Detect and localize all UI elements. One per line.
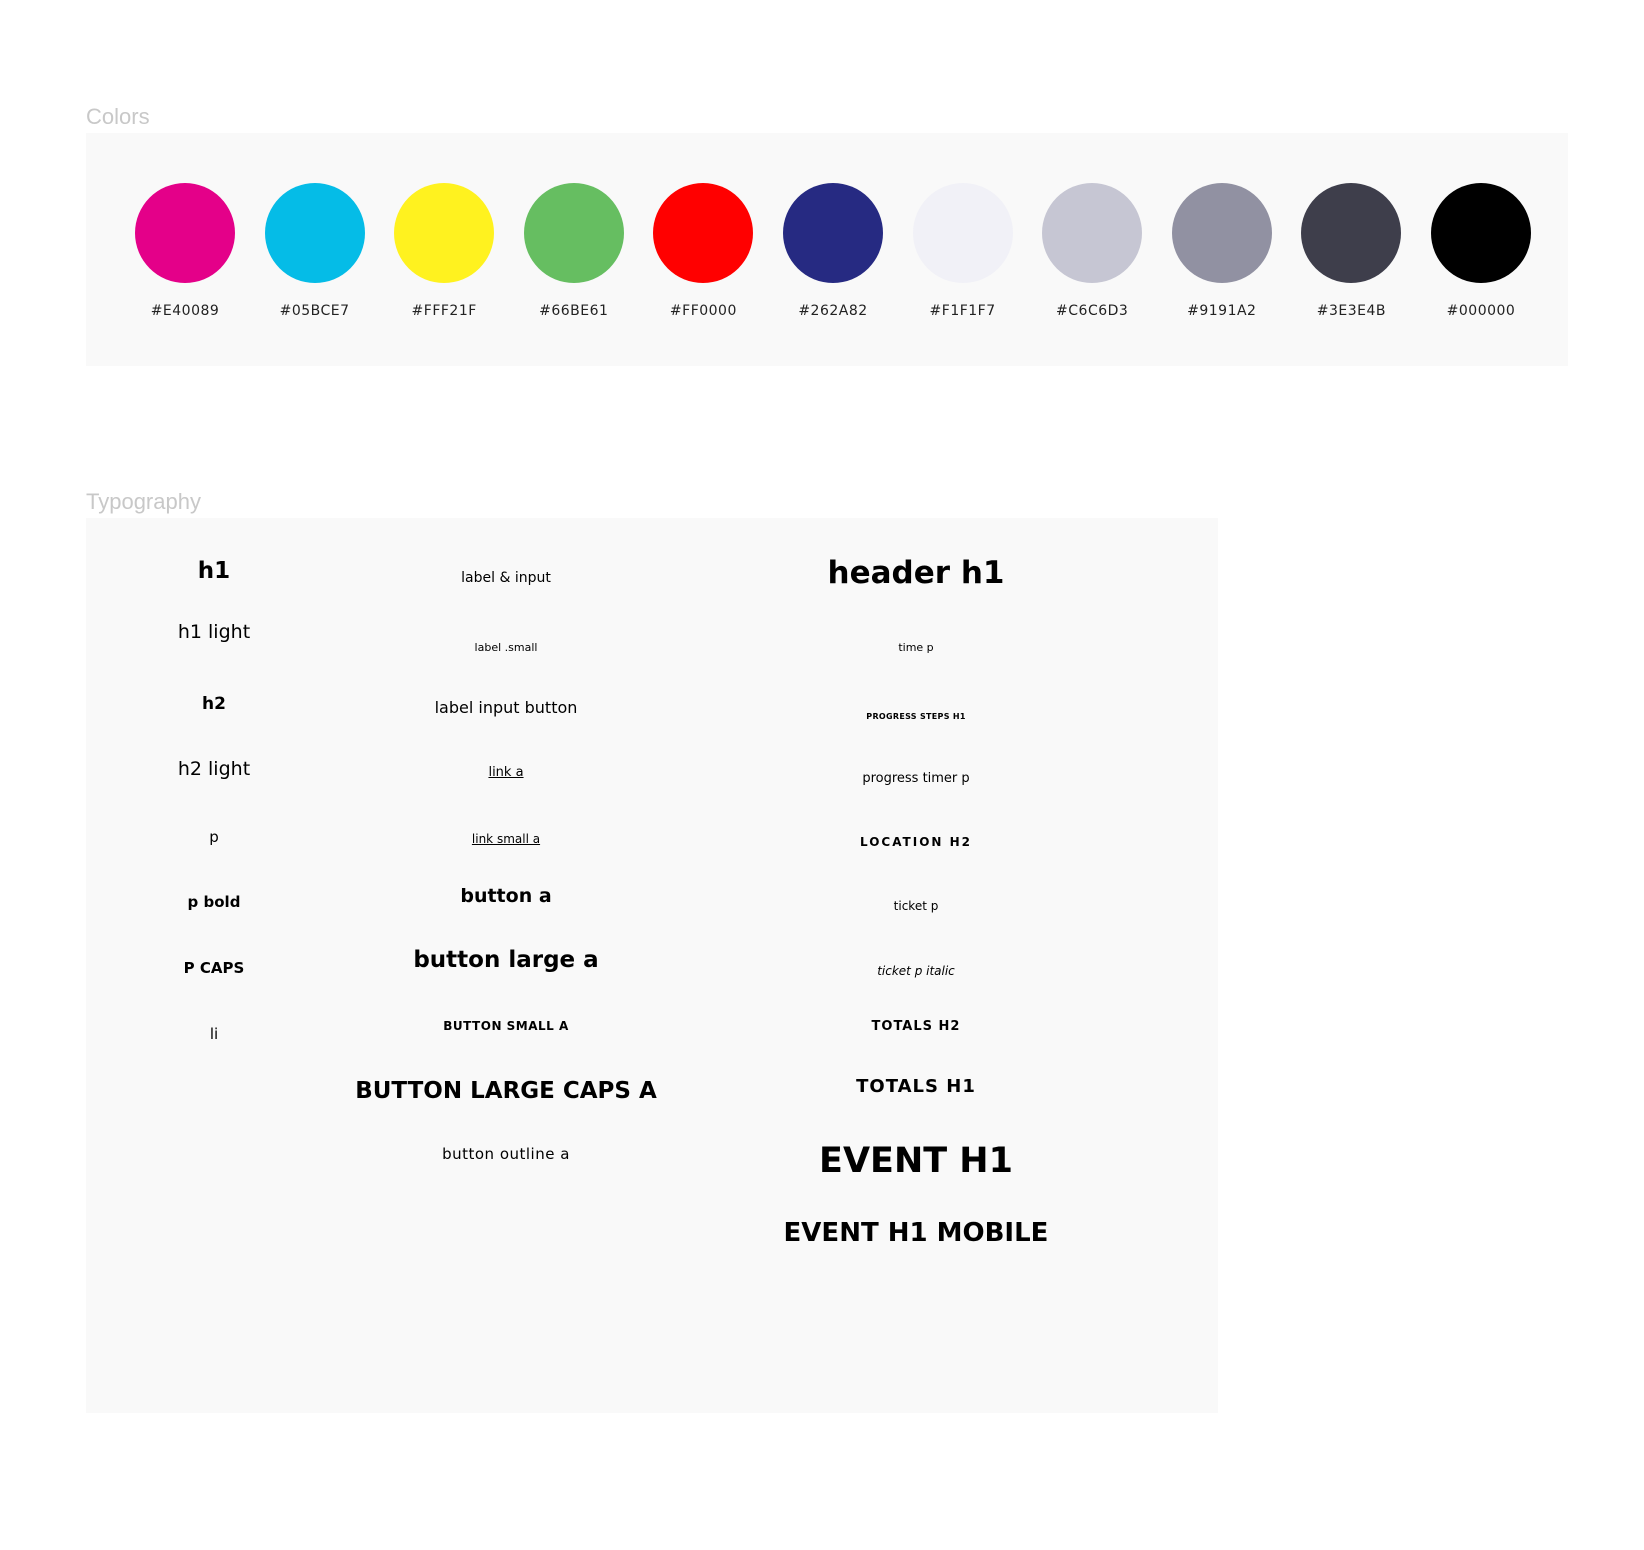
color-swatch-circle	[912, 183, 1013, 283]
color-swatch-circle	[264, 183, 365, 283]
sample-button-small-a: BUTTON SMALL A	[443, 1019, 569, 1033]
typography-section-title: Typography	[86, 489, 201, 514]
sample-h2-light: h2 light	[177, 758, 251, 780]
sample-time-p: time p	[898, 641, 934, 654]
sample-button-large-a: button large a	[413, 947, 599, 973]
sample-p-caps: P CAPS	[183, 959, 245, 977]
color-swatch-circle	[523, 183, 624, 283]
colors-panel: #E40089 #05BCE7 #FFF21F #66BE61 #FF0000 #262A…	[86, 133, 1568, 366]
color-swatch-circle	[1301, 183, 1402, 283]
color-swatch-hex: #000000	[1446, 303, 1516, 319]
sample-progress-timer-p: progress timer p	[862, 771, 970, 786]
color-swatch-hex: #3E3E4B	[1316, 303, 1387, 319]
sample-header-h1: header h1	[827, 555, 1005, 591]
color-swatch-hex: #E40089	[150, 303, 220, 319]
color-swatch: #66BE61	[509, 183, 639, 333]
sample-ticket-p: ticket p	[893, 899, 939, 913]
color-swatch: #262A82	[768, 183, 898, 333]
sample-h2: h2	[202, 694, 226, 714]
sample-button-outline-a: button outline a	[442, 1145, 570, 1163]
typography-column-forms: label & input label .small label input b…	[306, 518, 706, 1413]
sample-li: li	[209, 1025, 219, 1043]
color-swatch-hex: #F1F1F7	[929, 303, 996, 319]
color-swatch-hex: #FF0000	[669, 303, 737, 319]
color-swatch-circle	[653, 183, 754, 283]
color-swatch-hex: #9191A2	[1187, 303, 1257, 319]
sample-location-h2: LOCATION H2	[859, 835, 973, 849]
color-swatch: #FF0000	[638, 183, 768, 333]
typography-column-basic: h1 h1 light h2 h2 light p p bold P CAPS …	[126, 518, 302, 1413]
colors-section-title: Colors	[86, 104, 150, 129]
color-swatch: #C6C6D3	[1027, 183, 1157, 333]
color-swatch-hex: #FFF21F	[411, 303, 477, 319]
color-swatch-hex: #66BE61	[539, 303, 609, 319]
color-swatch-circle	[394, 183, 495, 283]
color-swatch-circle	[1171, 183, 1272, 283]
sample-link-a-text[interactable]: link a	[488, 765, 523, 780]
color-swatch-hex: #C6C6D3	[1056, 303, 1129, 319]
sample-totals-h2: TOTALS H2	[871, 1019, 961, 1034]
sample-button-large-caps-a: BUTTON LARGE CAPS A	[355, 1078, 657, 1104]
color-swatch: #05BCE7	[250, 183, 380, 333]
sample-event-h1-mobile: EVENT H1 MOBILE	[783, 1218, 1049, 1248]
sample-button-a: button a	[460, 885, 552, 907]
color-swatch: #FFF21F	[379, 183, 509, 333]
sample-progress-steps-h1: PROGRESS STEPS H1	[866, 712, 966, 721]
color-swatch-circle	[1431, 183, 1531, 283]
sample-label-input-button: label input button	[434, 698, 578, 717]
sample-ticket-p-italic: ticket p italic	[877, 964, 955, 978]
sample-h1-light: h1 light	[177, 621, 251, 643]
sample-label-small: label .small	[474, 641, 538, 654]
sample-label-input: label & input	[461, 570, 551, 586]
swatch-list: #E40089 #05BCE7 #FFF21F #66BE61 #FF0000 #262A…	[86, 133, 1568, 366]
sample-link-small-a-text[interactable]: link small a	[472, 832, 540, 846]
color-swatch-hex: #05BCE7	[279, 303, 350, 319]
color-swatch: #9191A2	[1157, 183, 1287, 333]
sample-h1: h1	[197, 558, 231, 584]
sample-totals-h1: TOTALS H1	[856, 1076, 976, 1097]
color-swatch-circle	[135, 183, 235, 283]
color-swatch-circle	[1042, 183, 1143, 283]
color-swatch: #3E3E4B	[1286, 183, 1416, 333]
color-swatch: #F1F1F7	[898, 183, 1028, 333]
typography-panel: h1 h1 light h2 h2 light p p bold P CAPS …	[86, 518, 1218, 1413]
sample-event-h1: EVENT H1	[819, 1141, 1013, 1181]
sample-link-a[interactable]: link a	[306, 765, 706, 780]
color-swatch: #E40089	[120, 183, 250, 333]
color-swatch: #000000	[1416, 183, 1546, 333]
color-swatch-circle	[783, 183, 883, 283]
typography-column-event: header h1 time p PROGRESS STEPS H1 progr…	[726, 518, 1106, 1413]
sample-p-bold: p bold	[187, 893, 241, 911]
sample-p: p	[209, 828, 219, 846]
color-swatch-hex: #262A82	[798, 303, 868, 319]
sample-link-small-a[interactable]: link small a	[306, 832, 706, 846]
